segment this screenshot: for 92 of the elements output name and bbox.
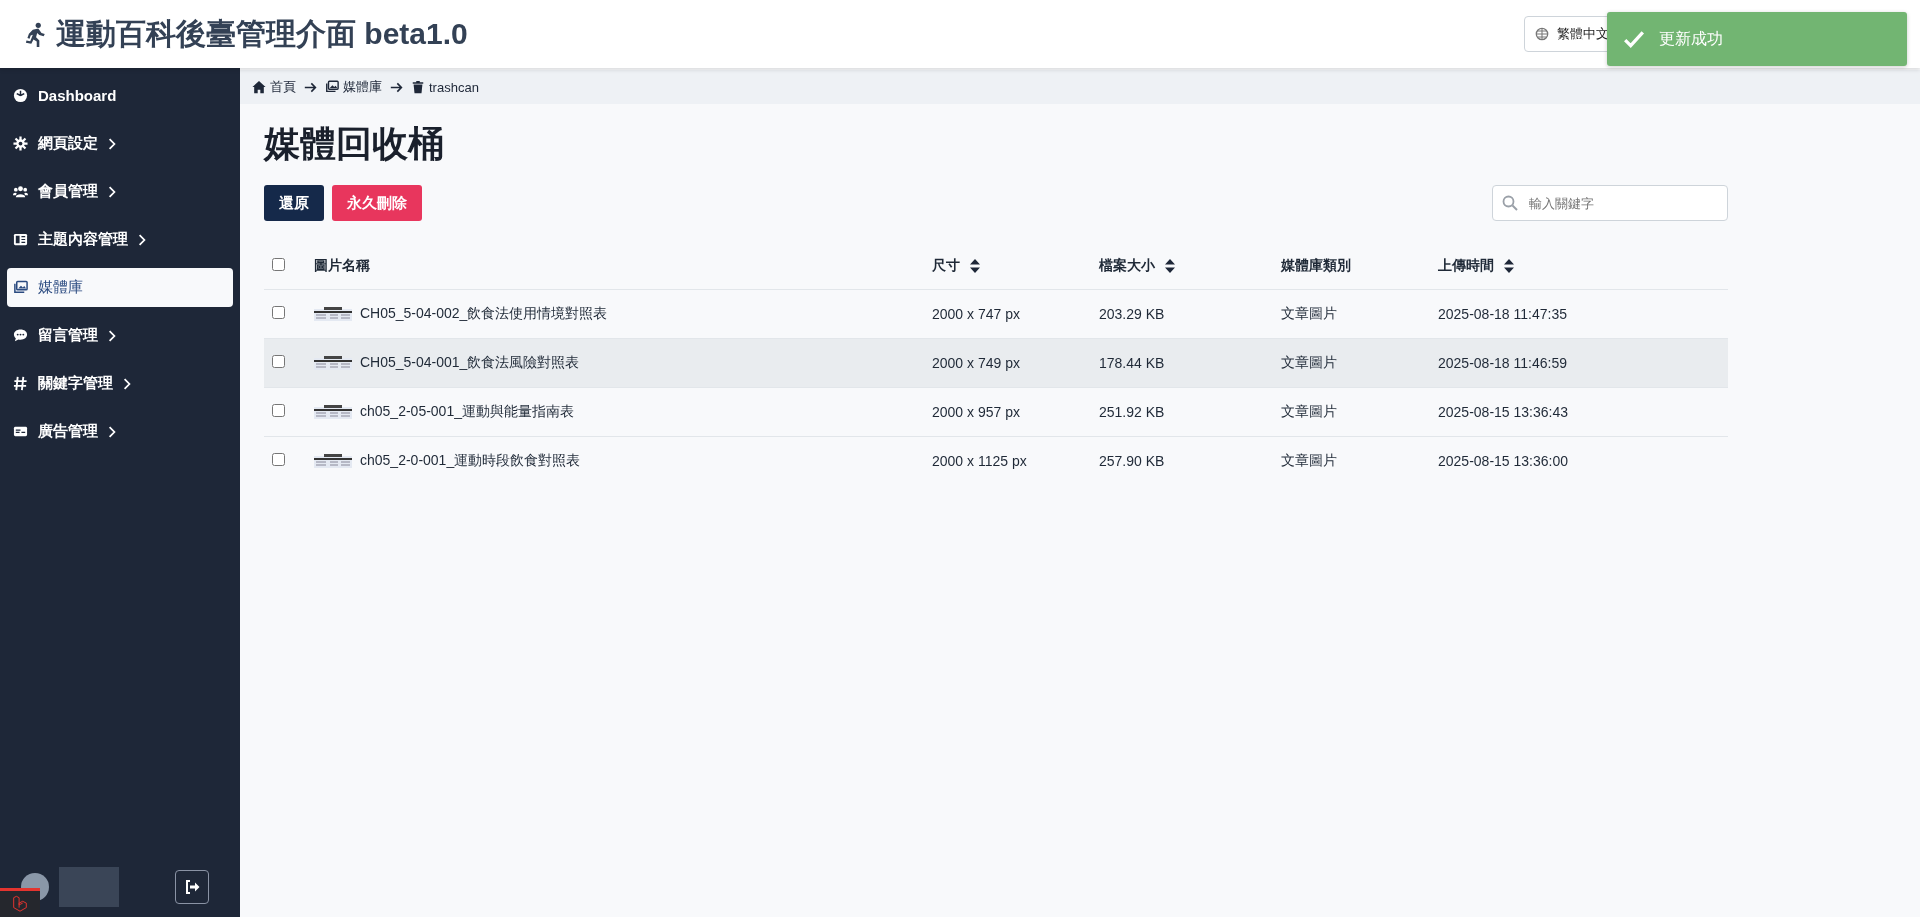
file-name: CH05_5-04-001_飲食法風險對照表: [360, 354, 580, 373]
cube-logo-icon: [11, 895, 29, 913]
file-name: ch05_2-05-001_運動與能量指南表: [360, 403, 574, 422]
breadcrumb-link[interactable]: 首頁: [252, 78, 296, 96]
sort-column-header[interactable]: 檔案大小: [1099, 257, 1175, 276]
sidebar-label: 主題內容管理: [38, 230, 128, 249]
logout-icon: [184, 879, 200, 895]
trash-icon: [411, 80, 425, 94]
logout-button[interactable]: [175, 870, 209, 904]
images-icon: [325, 80, 339, 94]
file-name: ch05_2-0-001_運動時段飲食對照表: [360, 452, 581, 471]
table-row[interactable]: ch05_2-05-001_運動與能量指南表 2000 x 957 px 251.92 KB 文章圖片 2025-08-15 13:36:43: [264, 387, 1728, 437]
home-icon: [252, 80, 266, 94]
table-cell: 178.44 KB: [1099, 355, 1165, 372]
table-row[interactable]: CH05_5-04-001_飲食法風險對照表 2000 x 749 px 178.44 KB 文章圖片 2025-08-18 11:46:59: [264, 338, 1728, 388]
sort-icon: [1504, 259, 1514, 274]
chevron-right-icon: [108, 328, 116, 343]
check-icon: [1623, 28, 1645, 50]
sidebar-item[interactable]: 廣告管理: [7, 412, 233, 451]
sort-column-header[interactable]: 尺寸: [932, 257, 980, 276]
sort-icon: [1165, 259, 1175, 274]
table-row[interactable]: ch05_2-0-001_運動時段飲食對照表 2000 x 1125 px 257.90 KB 文章圖片 2025-08-15 13:36:00: [264, 436, 1728, 486]
row-checkbox[interactable]: [272, 306, 285, 320]
toast-message: 更新成功: [1659, 28, 1723, 49]
chevron-right-icon: [108, 424, 116, 439]
table-cell: 251.92 KB: [1099, 404, 1165, 421]
breadcrumb-link[interactable]: trashcan: [411, 79, 479, 95]
table-thumbnail-drawing: [314, 405, 352, 420]
table-thumbnail-drawing: [314, 356, 352, 371]
table-cell: 2025-08-18 11:46:59: [1438, 355, 1567, 372]
pixelated-username: [59, 867, 119, 907]
users-icon: [13, 184, 28, 199]
row-checkbox[interactable]: [272, 404, 285, 418]
arrow-right-icon: [304, 80, 317, 94]
chevron-right-icon: [108, 184, 116, 199]
column-header: 圖片名稱: [314, 257, 370, 276]
sidebar-item[interactable]: Dashboard: [7, 76, 233, 115]
delete-permanently-button[interactable]: 永久刪除: [332, 185, 422, 222]
sidebar-label: 網頁設定: [38, 134, 98, 153]
sidebar-item[interactable]: 網頁設定: [7, 124, 233, 163]
sidebar-item[interactable]: 關鍵字管理: [7, 364, 233, 403]
search-icon: [1502, 195, 1518, 212]
globe-icon: [1535, 27, 1549, 41]
table-thumbnail-drawing: [314, 454, 352, 469]
images-icon: [13, 280, 28, 295]
table-cell: 2025-08-15 13:36:00: [1438, 453, 1568, 470]
table-cell: 2000 x 957 px: [932, 404, 1020, 421]
newspaper-icon: [13, 232, 28, 247]
search-field[interactable]: 輸入關鍵字: [1492, 185, 1728, 222]
column-header: 媒體庫類別: [1281, 257, 1351, 276]
table-cell: 2025-08-15 13:36:43: [1438, 404, 1568, 421]
file-name: CH05_5-04-002_飲食法使用情境對照表: [360, 305, 608, 324]
app-title: 運動百科後臺管理介面 beta1.0: [56, 15, 468, 52]
table-cell: 文章圖片: [1281, 403, 1337, 420]
sidebar-label: 留言管理: [38, 326, 98, 345]
ad-card-icon: [13, 424, 28, 439]
chevron-right-icon: [108, 136, 116, 151]
table-thumbnail-drawing: [314, 307, 352, 322]
table-cell: 203.29 KB: [1099, 306, 1165, 323]
restore-button[interactable]: 還原: [264, 185, 324, 222]
select-all-checkbox[interactable]: [272, 258, 285, 272]
debugbar-tab[interactable]: [0, 888, 40, 917]
table-cell: 文章圖片: [1281, 354, 1337, 371]
gear-icon: [13, 136, 28, 151]
row-checkbox[interactable]: [272, 453, 285, 467]
hash-icon: [13, 376, 28, 391]
breadcrumb-link[interactable]: 媒體庫: [325, 78, 382, 96]
chevron-right-icon: [123, 376, 131, 391]
row-checkbox[interactable]: [272, 355, 285, 369]
page-title: 媒體回收桶: [264, 122, 445, 166]
sidebar-label: Dashboard: [38, 87, 117, 104]
table-cell: 2000 x 747 px: [932, 306, 1020, 323]
sidebar-label: 會員管理: [38, 182, 98, 201]
table-cell: 257.90 KB: [1099, 453, 1165, 470]
sidebar-label: 廣告管理: [38, 422, 98, 441]
table-cell: 2000 x 749 px: [932, 355, 1020, 372]
sidebar-item[interactable]: 主題內容管理: [7, 220, 233, 259]
table-cell: 2000 x 1125 px: [932, 453, 1027, 470]
table-cell: 文章圖片: [1281, 452, 1337, 469]
sidebar-item[interactable]: 留言管理: [7, 316, 233, 355]
sort-icon: [970, 259, 980, 274]
sidebar-label: 媒體庫: [38, 278, 83, 297]
sidebar-item[interactable]: 媒體庫: [7, 268, 233, 307]
arrow-right-icon: [390, 80, 403, 94]
dashboard-icon: [13, 88, 28, 103]
sidebar-item[interactable]: 會員管理: [7, 172, 233, 211]
chevron-right-icon: [138, 232, 146, 247]
table-cell: 文章圖片: [1281, 305, 1337, 322]
sort-column-header[interactable]: 上傳時間: [1438, 257, 1514, 276]
sidebar-label: 關鍵字管理: [38, 374, 113, 393]
table-cell: 2025-08-18 11:47:35: [1438, 306, 1567, 323]
speech-bubble-icon: [13, 328, 28, 343]
